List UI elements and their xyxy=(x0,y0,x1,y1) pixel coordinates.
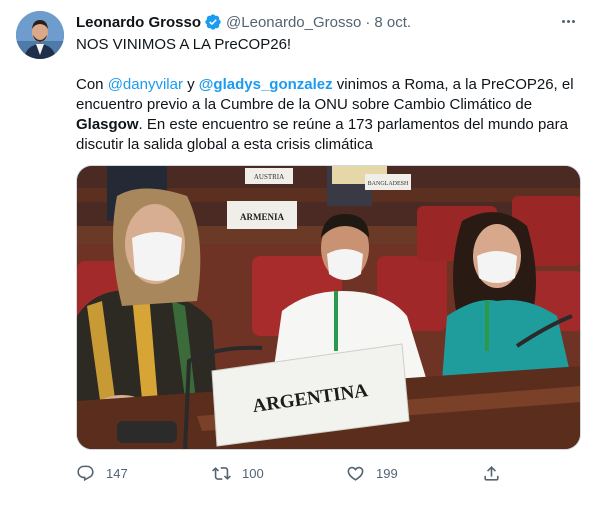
reply-icon xyxy=(77,465,94,481)
action-bar: 147 100 199 xyxy=(76,462,581,484)
tweet-date[interactable]: 8 oct. xyxy=(374,14,411,31)
tweet-text: NOS VINIMOS A LA PreCOP26! Con @danyvila… xyxy=(76,35,576,155)
tweet-header: Leonardo Grosso @Leonardo_Grosso · 8 oct… xyxy=(76,12,578,32)
placard-bangladesh: BANGLADESH xyxy=(368,181,409,187)
avatar[interactable] xyxy=(16,11,64,59)
retweet-icon xyxy=(212,466,231,480)
placard-austria: AUSTRIA xyxy=(254,173,284,181)
separator-dot: · xyxy=(365,13,371,31)
retweet-count: 100 xyxy=(242,465,264,481)
share-icon xyxy=(484,465,499,481)
text-segment: . En este encuentro se reúne a 173 parla… xyxy=(76,116,568,153)
bold-word-glasgow: Glasgow xyxy=(76,116,139,133)
share-button[interactable] xyxy=(482,462,501,484)
tweet-paragraph-2: Con @danyvilar y @gladys_gonzalez vinimo… xyxy=(76,75,576,155)
like-count: 199 xyxy=(376,465,398,481)
mention-gladys-gonzalez[interactable]: @gladys_gonzalez xyxy=(199,76,333,93)
more-options-icon[interactable] xyxy=(558,11,578,31)
reply-button[interactable]: 147 xyxy=(76,462,128,484)
retweet-button[interactable]: 100 xyxy=(212,462,264,484)
reply-count: 147 xyxy=(106,465,128,481)
author-handle[interactable]: @Leonardo_Grosso xyxy=(226,14,361,31)
mention-danyvilar[interactable]: @danyvilar xyxy=(108,76,183,93)
tweet-line-1: NOS VINIMOS A LA PreCOP26! xyxy=(76,36,292,53)
tweet-photo[interactable]: ARMENIA AUSTRIA BANGLADESH ARGENTINA xyxy=(76,165,581,450)
author-name[interactable]: Leonardo Grosso xyxy=(76,14,201,31)
text-segment: Con xyxy=(76,76,108,93)
heart-icon xyxy=(347,466,364,481)
text-segment: y xyxy=(182,76,199,93)
tweet[interactable]: Leonardo Grosso @Leonardo_Grosso · 8 oct… xyxy=(0,0,594,506)
like-button[interactable]: 199 xyxy=(346,462,398,484)
verified-badge-icon xyxy=(205,14,221,30)
placard-armenia: ARMENIA xyxy=(240,212,284,222)
